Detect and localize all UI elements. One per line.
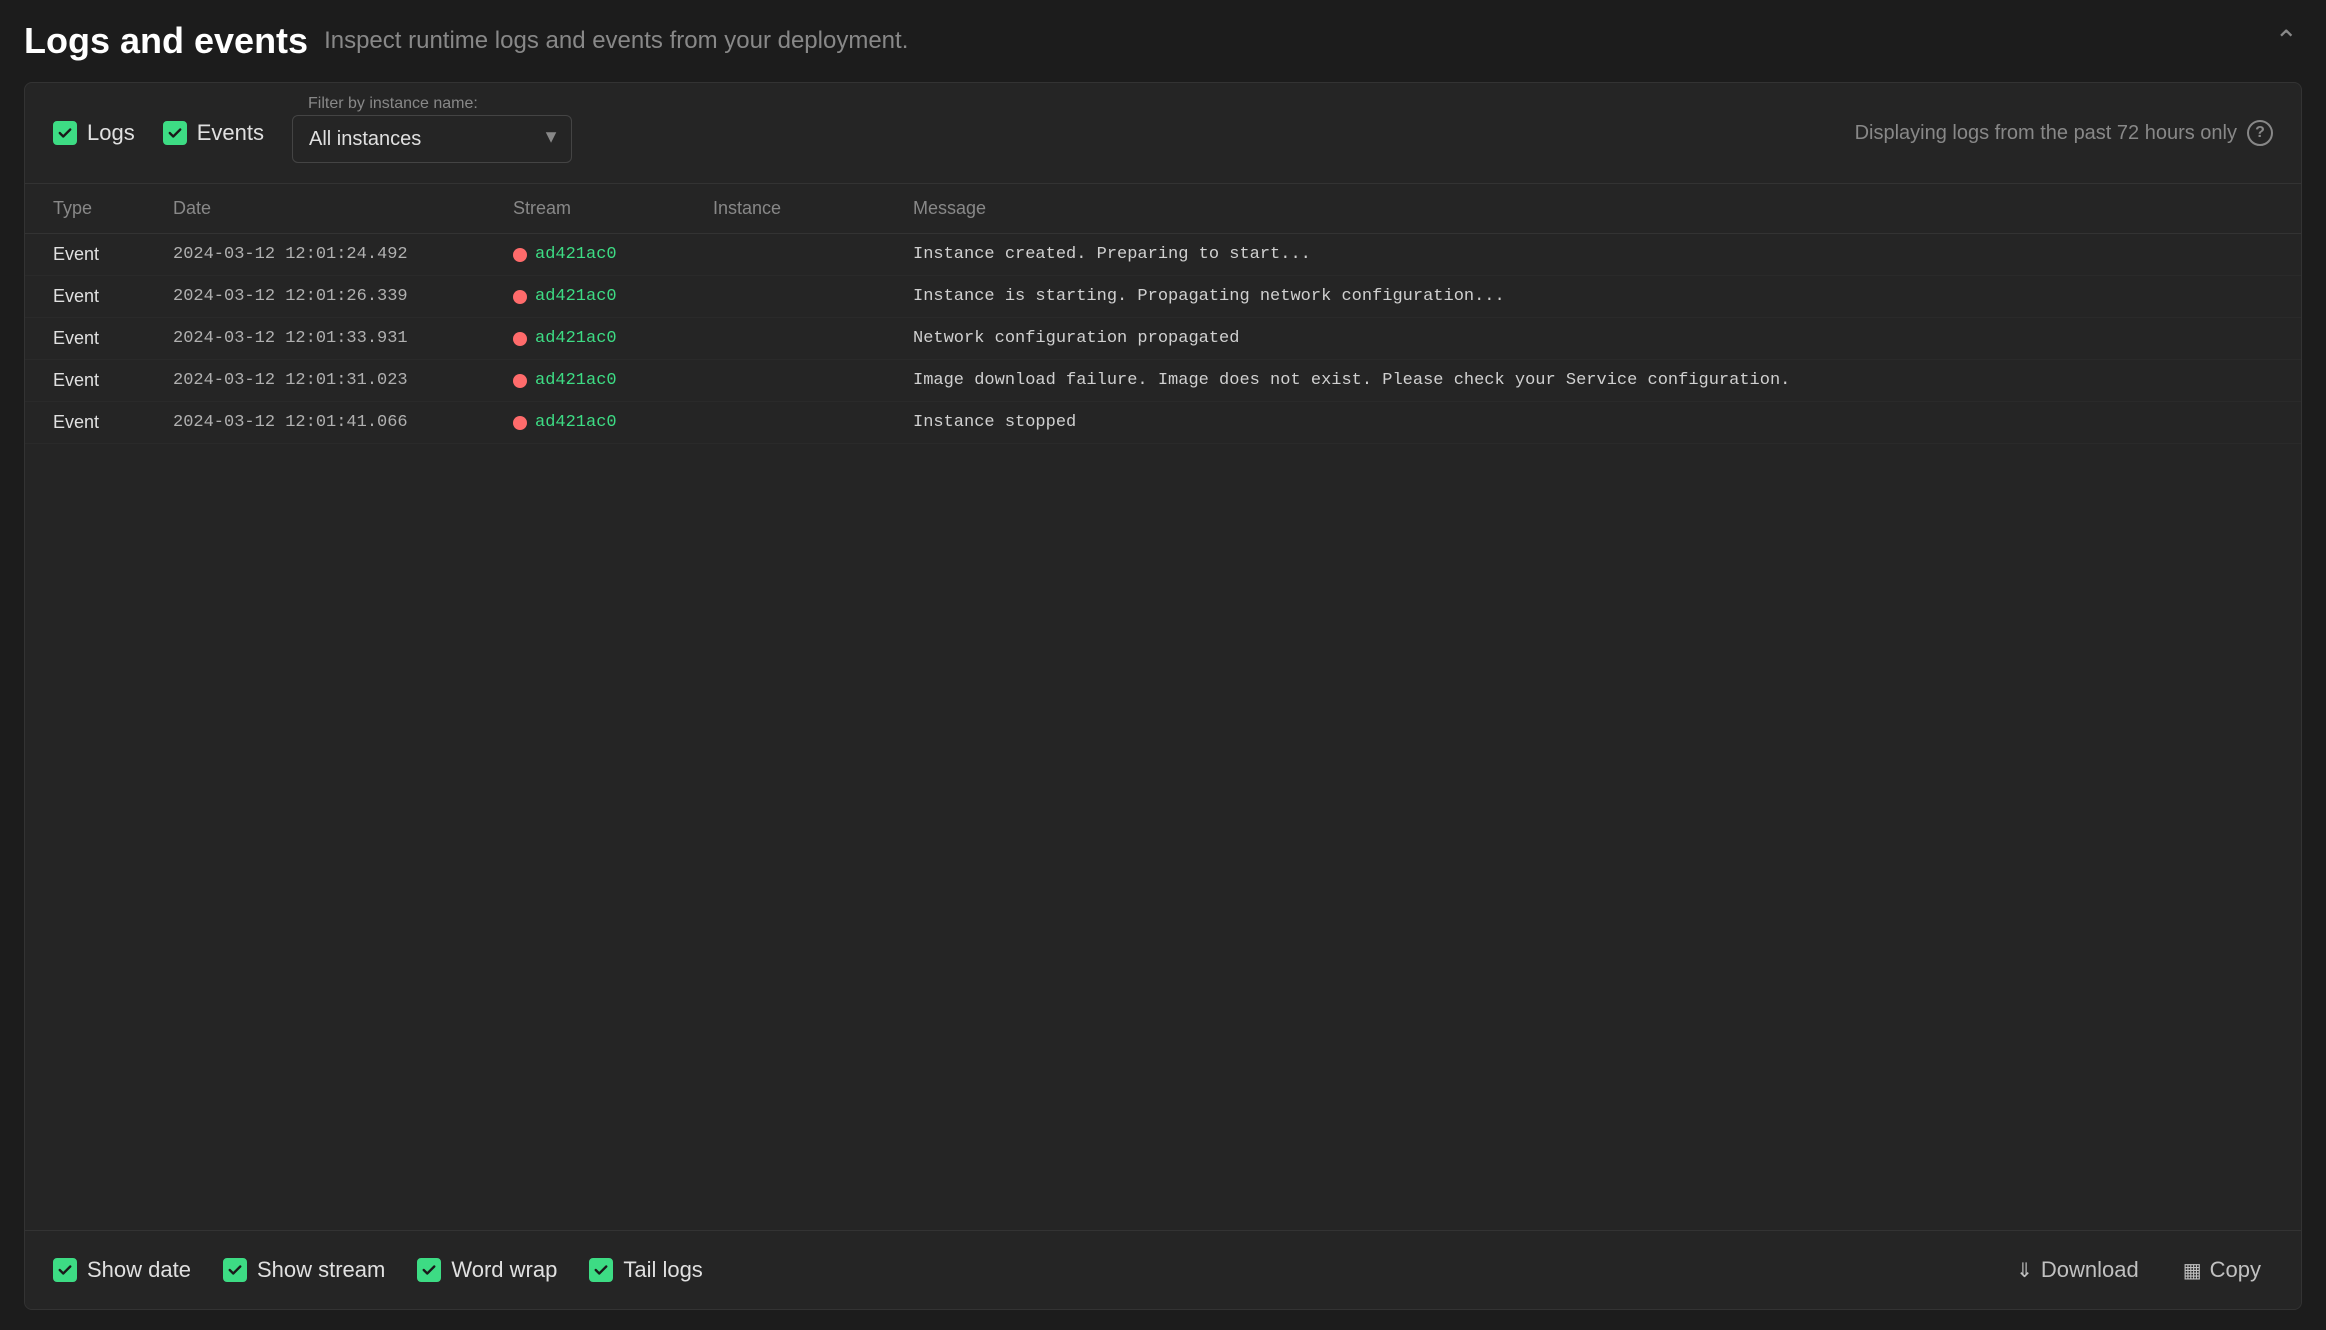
cell-stream: ad421ac0: [513, 329, 713, 348]
cell-stream: ad421ac0: [513, 371, 713, 390]
events-label: Events: [197, 120, 264, 146]
events-checkbox-label[interactable]: Events: [163, 120, 264, 146]
cell-date: 2024-03-12 12:01:26.339: [173, 287, 513, 306]
tail-logs-label: Tail logs: [623, 1257, 702, 1283]
cell-date: 2024-03-12 12:01:41.066: [173, 413, 513, 432]
tail-logs-checkbox-label[interactable]: Tail logs: [589, 1257, 702, 1283]
filter-select[interactable]: All instances: [292, 115, 572, 163]
cell-message: Instance stopped: [913, 413, 2273, 432]
cell-date: 2024-03-12 12:01:24.492: [173, 245, 513, 264]
checkmark-icon-2: [168, 126, 182, 140]
filter-select-wrapper: All instances ▼: [292, 111, 572, 163]
download-label: Download: [2041, 1257, 2139, 1283]
stream-dot-icon: [513, 332, 527, 346]
download-button[interactable]: ⇓ Download: [2004, 1249, 2151, 1291]
stream-dot-icon: [513, 416, 527, 430]
stream-name: ad421ac0: [535, 329, 617, 348]
checkmark-icon-6: [594, 1263, 608, 1277]
cell-date: 2024-03-12 12:01:33.931: [173, 329, 513, 348]
stream-dot-icon: [513, 248, 527, 262]
checkmark-icon-4: [228, 1263, 242, 1277]
cell-stream: ad421ac0: [513, 245, 713, 264]
table-row: Event 2024-03-12 12:01:26.339 ad421ac0 I…: [25, 276, 2301, 318]
footer-left: Show date Show stream: [53, 1257, 703, 1283]
copy-button[interactable]: ▦ Copy: [2171, 1249, 2273, 1291]
logs-checkbox[interactable]: [53, 121, 77, 145]
page-container: Logs and events Inspect runtime logs and…: [0, 0, 2326, 1330]
filter-label: Filter by instance name:: [304, 95, 482, 113]
cell-type: Event: [53, 286, 173, 307]
checkmark-icon-3: [58, 1263, 72, 1277]
page-title: Logs and events: [24, 20, 308, 62]
header-left: Logs and events Inspect runtime logs and…: [24, 20, 908, 62]
col-type: Type: [53, 198, 173, 219]
show-stream-checkbox[interactable]: [223, 1258, 247, 1282]
table-header: Type Date Stream Instance Message: [25, 184, 2301, 234]
displaying-text: Displaying logs from the past 72 hours o…: [1855, 122, 2237, 145]
table-row: Event 2024-03-12 12:01:24.492 ad421ac0 I…: [25, 234, 2301, 276]
cell-message: Instance created. Preparing to start...: [913, 245, 2273, 264]
word-wrap-checkbox[interactable]: [417, 1258, 441, 1282]
cell-message: Network configuration propagated: [913, 329, 2273, 348]
stream-name: ad421ac0: [535, 245, 617, 264]
toolbar-right: Displaying logs from the past 72 hours o…: [1855, 120, 2273, 146]
page-header: Logs and events Inspect runtime logs and…: [24, 20, 2302, 62]
page-subtitle: Inspect runtime logs and events from you…: [324, 27, 908, 55]
cell-type: Event: [53, 370, 173, 391]
download-icon: ⇓: [2016, 1258, 2033, 1283]
cell-type: Event: [53, 244, 173, 265]
collapse-button[interactable]: ⌃: [2271, 23, 2302, 59]
stream-dot-icon: [513, 374, 527, 388]
events-checkbox[interactable]: [163, 121, 187, 145]
stream-name: ad421ac0: [535, 371, 617, 390]
filter-group: Filter by instance name: All instances ▼: [292, 103, 572, 163]
cell-type: Event: [53, 328, 173, 349]
show-stream-checkbox-label[interactable]: Show stream: [223, 1257, 385, 1283]
panel-footer: Show date Show stream: [25, 1230, 2301, 1309]
table-row: Event 2024-03-12 12:01:33.931 ad421ac0 N…: [25, 318, 2301, 360]
panel-toolbar: Logs Events Filter by instance name:: [25, 83, 2301, 184]
table-row: Event 2024-03-12 12:01:41.066 ad421ac0 I…: [25, 402, 2301, 444]
logs-label: Logs: [87, 120, 135, 146]
tail-logs-checkbox[interactable]: [589, 1258, 613, 1282]
col-date: Date: [173, 198, 513, 219]
cell-type: Event: [53, 412, 173, 433]
cell-date: 2024-03-12 12:01:31.023: [173, 371, 513, 390]
stream-dot-icon: [513, 290, 527, 304]
cell-stream: ad421ac0: [513, 413, 713, 432]
col-message: Message: [913, 198, 2273, 219]
copy-label: Copy: [2210, 1257, 2261, 1283]
col-stream: Stream: [513, 198, 713, 219]
logs-checkbox-label[interactable]: Logs: [53, 120, 135, 146]
show-date-checkbox[interactable]: [53, 1258, 77, 1282]
cell-stream: ad421ac0: [513, 287, 713, 306]
toolbar-left: Logs Events Filter by instance name:: [53, 103, 572, 163]
cell-message: Instance is starting. Propagating networ…: [913, 287, 2273, 306]
checkmark-icon-5: [422, 1263, 436, 1277]
main-panel: Logs Events Filter by instance name:: [24, 82, 2302, 1310]
show-stream-label: Show stream: [257, 1257, 385, 1283]
chevron-up-icon: ⌃: [2275, 27, 2298, 55]
info-icon[interactable]: ?: [2247, 120, 2273, 146]
word-wrap-checkbox-label[interactable]: Word wrap: [417, 1257, 557, 1283]
checkmark-icon: [58, 126, 72, 140]
table-row: Event 2024-03-12 12:01:31.023 ad421ac0 I…: [25, 360, 2301, 402]
info-icon-label: ?: [2255, 124, 2265, 142]
footer-right: ⇓ Download ▦ Copy: [2004, 1249, 2273, 1291]
show-date-label: Show date: [87, 1257, 191, 1283]
cell-message: Image download failure. Image does not e…: [913, 371, 2273, 390]
show-date-checkbox-label[interactable]: Show date: [53, 1257, 191, 1283]
stream-name: ad421ac0: [535, 413, 617, 432]
log-table: Event 2024-03-12 12:01:24.492 ad421ac0 I…: [25, 234, 2301, 1230]
stream-name: ad421ac0: [535, 287, 617, 306]
copy-icon: ▦: [2183, 1258, 2202, 1283]
word-wrap-label: Word wrap: [451, 1257, 557, 1283]
col-instance: Instance: [713, 198, 913, 219]
